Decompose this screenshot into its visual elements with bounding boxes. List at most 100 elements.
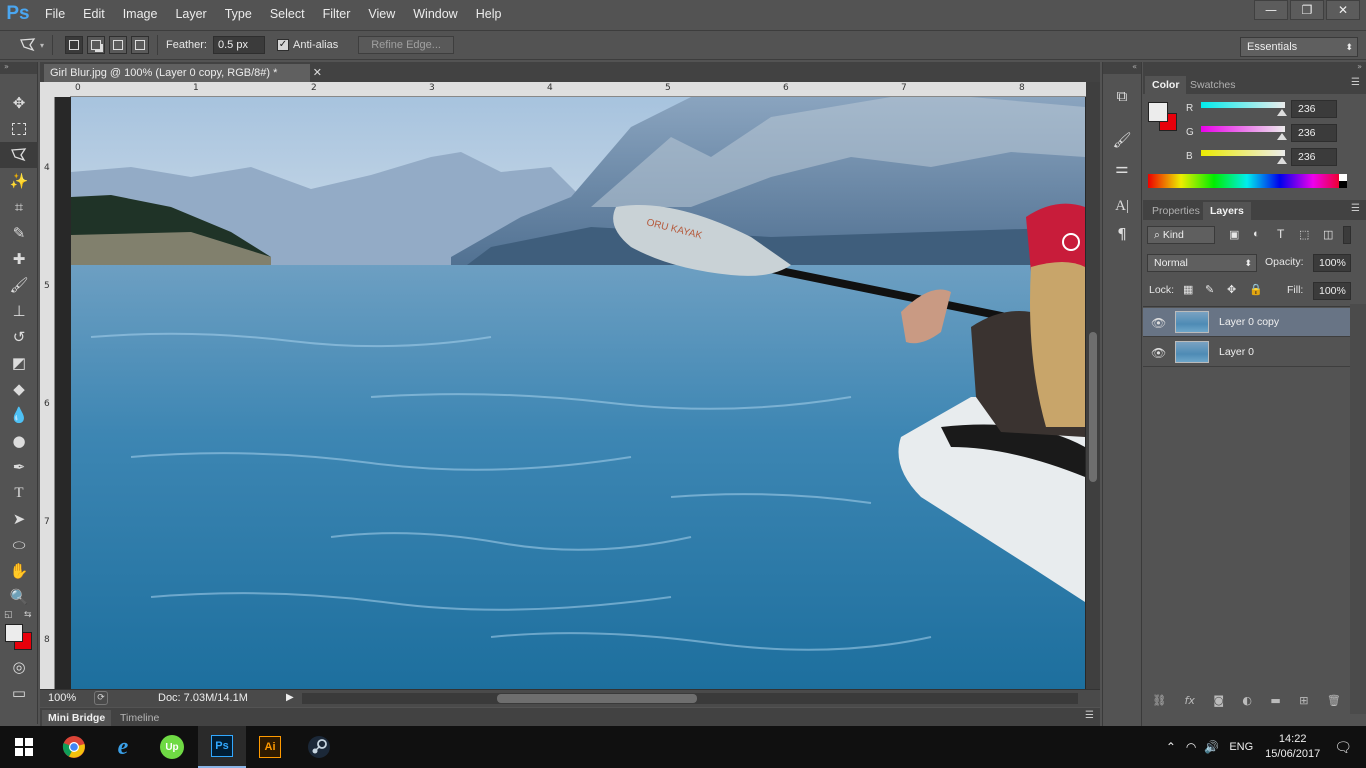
- filter-toggle[interactable]: [1343, 226, 1351, 244]
- adjustments-panel-icon[interactable]: ⚌: [1103, 154, 1141, 182]
- lasso-tool-icon[interactable]: [0, 142, 38, 168]
- tab-properties[interactable]: Properties: [1145, 202, 1207, 220]
- red-value[interactable]: 236: [1291, 100, 1337, 118]
- ie-app[interactable]: e: [99, 726, 147, 768]
- filter-type-icon[interactable]: T: [1277, 227, 1284, 241]
- filter-shape-icon[interactable]: ⬚: [1299, 228, 1309, 241]
- lock-pixels-icon[interactable]: ✎: [1205, 283, 1214, 296]
- layers-panel-menu-icon[interactable]: ☰: [1351, 203, 1360, 214]
- ellipse-tool-icon[interactable]: ⬭: [0, 532, 38, 558]
- filter-smart-object-icon[interactable]: ◫: [1323, 228, 1333, 241]
- link-layers-icon[interactable]: ⛓: [1152, 694, 1166, 710]
- close-button[interactable]: ✕: [1326, 0, 1360, 20]
- steam-app[interactable]: [295, 726, 343, 768]
- panel-collapse-icon[interactable]: »: [1143, 62, 1366, 74]
- magic-wand-icon[interactable]: ✨: [0, 168, 38, 194]
- show-hidden-icons-icon[interactable]: ⌃: [1166, 740, 1176, 754]
- history-brush-icon[interactable]: ↺: [0, 324, 38, 350]
- menu-file[interactable]: File: [36, 0, 74, 28]
- language-indicator[interactable]: ENG: [1229, 741, 1253, 753]
- screen-mode-icon[interactable]: ▭: [0, 680, 38, 706]
- menu-help[interactable]: Help: [467, 0, 511, 28]
- close-tab-icon[interactable]: ✕: [313, 64, 322, 82]
- paint-bucket-icon[interactable]: ◆: [0, 376, 38, 402]
- notifications-icon[interactable]: 🗨: [1334, 739, 1352, 756]
- blue-value[interactable]: 236: [1291, 148, 1337, 166]
- horizontal-ruler[interactable]: 0 1 2 3 4 5 6 7 8: [70, 82, 1086, 97]
- layer-filter-dropdown[interactable]: ⌕ Kind: [1147, 226, 1215, 244]
- eye-icon[interactable]: 👁: [1151, 316, 1166, 330]
- canvas-area[interactable]: ORU KAYAK: [55, 97, 1086, 689]
- tab-timeline[interactable]: Timeline: [114, 710, 165, 726]
- blue-knob[interactable]: [1277, 157, 1287, 164]
- start-button[interactable]: [0, 726, 48, 768]
- document-tab[interactable]: Girl Blur.jpg @ 100% (Layer 0 copy, RGB/…: [44, 64, 322, 82]
- red-track[interactable]: [1201, 102, 1285, 108]
- menu-layer[interactable]: Layer: [166, 0, 215, 28]
- menu-type[interactable]: Type: [216, 0, 261, 28]
- move-tool-icon[interactable]: ✥: [0, 90, 38, 116]
- eye-icon[interactable]: 👁: [1151, 346, 1166, 360]
- subtract-selection-icon[interactable]: [109, 36, 128, 54]
- menu-filter[interactable]: Filter: [314, 0, 360, 28]
- spectrum-black[interactable]: [1339, 181, 1347, 188]
- chrome-app[interactable]: [50, 726, 98, 768]
- blur-tool-icon[interactable]: 💧: [0, 402, 38, 428]
- layer-style-icon[interactable]: fx: [1185, 694, 1195, 710]
- menu-image[interactable]: Image: [114, 0, 167, 28]
- blue-slider[interactable]: B 236: [1183, 148, 1363, 168]
- ruler-corner[interactable]: [40, 82, 70, 97]
- crop-tool-icon[interactable]: ⌗: [0, 194, 38, 220]
- lock-position-icon[interactable]: ✥: [1227, 283, 1236, 296]
- panel-menu-icon[interactable]: ☰: [1085, 710, 1094, 721]
- layers-scrollbar[interactable]: [1350, 304, 1366, 714]
- color-foreground-swatch[interactable]: [1148, 102, 1168, 122]
- filter-adjustment-icon[interactable]: ◐: [1253, 228, 1260, 240]
- wifi-icon[interactable]: ◠: [1186, 740, 1196, 754]
- spectrum-white[interactable]: [1339, 174, 1347, 181]
- zoom-tool-icon[interactable]: 🔍: [0, 584, 38, 610]
- dodge-tool-icon[interactable]: ●: [0, 428, 38, 454]
- foreground-color-swatch[interactable]: [5, 624, 23, 642]
- illustrator-app[interactable]: Ai: [246, 726, 294, 768]
- layer-row-layer-0-copy[interactable]: 👁 Layer 0 copy: [1143, 308, 1350, 337]
- red-knob[interactable]: [1277, 109, 1287, 116]
- polygonal-lasso-preset-icon[interactable]: [18, 35, 38, 55]
- layer-row-layer-0[interactable]: 👁 Layer 0: [1143, 338, 1350, 367]
- new-layer-icon[interactable]: ⊞: [1299, 694, 1308, 710]
- strip-collapse-icon[interactable]: «: [1103, 62, 1141, 74]
- feather-input[interactable]: 0.5 px: [212, 36, 265, 54]
- tab-layers[interactable]: Layers: [1203, 202, 1251, 220]
- red-slider[interactable]: R 236: [1183, 100, 1363, 120]
- restore-button[interactable]: ❐: [1290, 0, 1324, 20]
- clock[interactable]: 14:22 15/06/2017: [1265, 732, 1320, 762]
- delete-layer-icon[interactable]: 🗑: [1327, 694, 1341, 710]
- photoshop-app[interactable]: Ps: [198, 726, 246, 768]
- green-knob[interactable]: [1277, 133, 1287, 140]
- brush-panel-icon[interactable]: 🖌: [1103, 126, 1141, 154]
- path-selection-icon[interactable]: ➤: [0, 506, 38, 532]
- intersect-selection-icon[interactable]: [131, 36, 150, 54]
- type-tool-icon[interactable]: T: [0, 480, 38, 506]
- workspace-select[interactable]: Essentials ⬍: [1240, 37, 1358, 57]
- character-panel-icon[interactable]: A|: [1103, 192, 1141, 220]
- lock-all-icon[interactable]: 🔒: [1249, 283, 1263, 296]
- new-selection-icon[interactable]: [65, 36, 84, 54]
- color-panel-menu-icon[interactable]: ☰: [1351, 77, 1360, 88]
- hand-tool-icon[interactable]: ✋: [0, 558, 38, 584]
- marquee-tool-icon[interactable]: [0, 116, 38, 142]
- volume-icon[interactable]: 🔊: [1204, 740, 1219, 754]
- minimize-button[interactable]: —: [1254, 0, 1288, 20]
- paragraph-panel-icon[interactable]: ¶: [1103, 220, 1141, 248]
- export-status-icon[interactable]: ⟳: [94, 691, 108, 705]
- color-spectrum[interactable]: [1148, 174, 1346, 188]
- add-selection-icon[interactable]: [87, 36, 106, 54]
- green-value[interactable]: 236: [1291, 124, 1337, 142]
- healing-brush-icon[interactable]: ✚: [0, 246, 38, 272]
- menu-window[interactable]: Window: [404, 0, 466, 28]
- menu-select[interactable]: Select: [261, 0, 314, 28]
- add-mask-icon[interactable]: ◙: [1213, 694, 1224, 710]
- history-panel-icon[interactable]: ⧉: [1103, 82, 1141, 110]
- blue-track[interactable]: [1201, 150, 1285, 156]
- pen-tool-icon[interactable]: ✒: [0, 454, 38, 480]
